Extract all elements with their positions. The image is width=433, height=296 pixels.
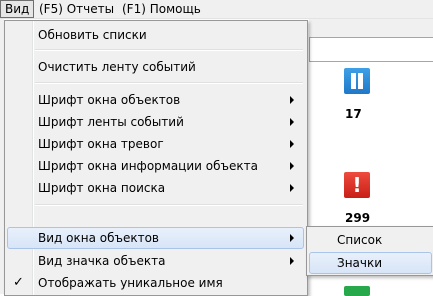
submenu-arrow-icon [290,234,294,242]
menu-item-label: Обновить списки [38,28,147,42]
menu-bar: Вид (F5) Отчеты (F1) Помощь [0,0,433,19]
menu-separator [35,49,303,51]
menu-item-object-info-font[interactable]: Шрифт окна информации объекта [7,155,304,177]
menu-item-event-feed-font[interactable]: Шрифт ленты событий [7,111,304,133]
submenu-item-label: Список [337,233,383,247]
menu-item-label: Вид окна объектов [38,231,160,245]
menu-reports[interactable]: (F5) Отчеты [35,1,118,17]
submenu-arrow-icon [290,162,294,170]
alarm-icon[interactable]: ! [344,172,370,198]
pause-icon[interactable] [344,68,370,94]
submenu-item-list[interactable]: Список [309,229,432,251]
menu-item-search-window-font[interactable]: Шрифт окна поиска [7,177,304,199]
menu-item-label: Отображать уникальное имя [38,276,223,290]
menu-item-object-icon-view[interactable]: Вид значка объекта [7,250,304,272]
submenu-arrow-icon [290,257,294,265]
menu-item-label: Шрифт окна объектов [38,93,181,107]
menu-item-objects-window-font[interactable]: Шрифт окна объектов [7,89,304,111]
menu-item-label: Шрифт окна тревог [38,137,164,151]
menu-item-clear-event-feed[interactable]: Очистить ленту событий [7,56,304,78]
menu-help[interactable]: (F1) Помощь [118,1,205,17]
menu-item-label: Шрифт окна информации объекта [38,159,258,173]
objects-window-view-submenu: Список Значки [306,226,433,276]
menu-view[interactable]: Вид [0,0,35,18]
checkmark-icon: ✓ [13,275,24,290]
menu-item-label: Шрифт окна поиска [38,181,166,195]
menu-item-objects-window-view[interactable]: Вид окна объектов [7,227,304,249]
view-menu: Обновить списки Очистить ленту событий Ш… [4,20,308,296]
menu-item-label: Очистить ленту событий [38,60,196,74]
object-count: 299 [345,211,371,225]
search-input[interactable] [309,37,433,62]
submenu-arrow-icon [290,184,294,192]
menu-item-label: Шрифт ленты событий [38,115,184,129]
menu-item-refresh-lists[interactable]: Обновить списки [7,24,304,46]
object-count: 17 [345,107,362,121]
menu-item-show-unique-name[interactable]: ✓ Отображать уникальное имя [7,272,304,294]
submenu-arrow-icon [290,96,294,104]
menu-separator [35,204,303,206]
submenu-item-icons[interactable]: Значки [309,252,432,274]
menu-item-alarms-window-font[interactable]: Шрифт окна тревог [7,133,304,155]
submenu-arrow-icon [290,140,294,148]
submenu-item-label: Значки [337,256,383,270]
submenu-arrow-icon [290,118,294,126]
toolbar-strip [309,19,433,37]
menu-item-label: Вид значка объекта [38,254,166,268]
green-status-icon[interactable] [344,286,370,296]
menu-separator [35,82,303,84]
